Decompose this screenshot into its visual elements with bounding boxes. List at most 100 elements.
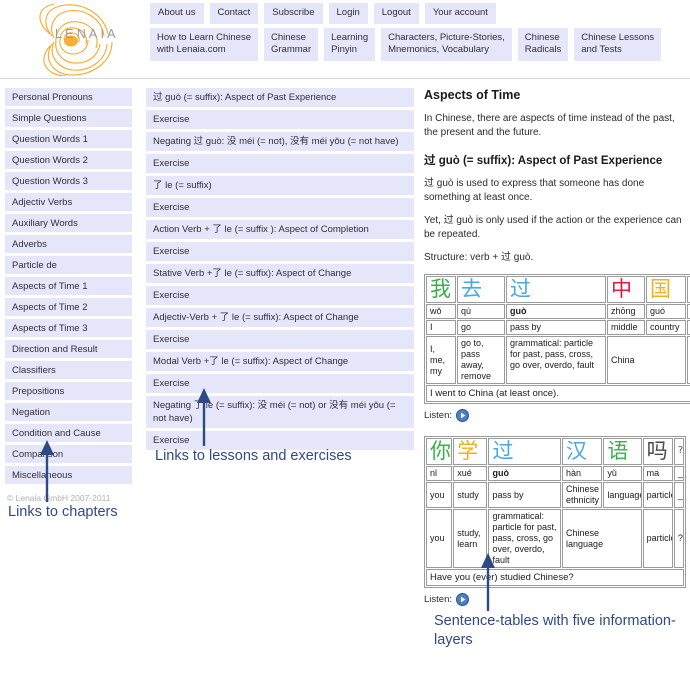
annotation-tables: Sentence-tables with five information-la… — [434, 613, 676, 648]
article-paragraph-2: Yet, 过 guò is only used if the action or… — [424, 215, 682, 240]
pinyin-cell: wǒ — [426, 304, 456, 319]
nav-chinese-radicals[interactable]: Chinese Radicals — [517, 28, 569, 61]
nav-subscribe[interactable]: Subscribe — [264, 3, 323, 24]
translation-cell: I went to China (at least once). — [426, 385, 690, 402]
pinyin-cell: xué — [453, 466, 488, 481]
sidebar-item-question-words-1[interactable]: Question Words 1 — [5, 130, 132, 148]
nav-your-account[interactable]: Your account — [424, 3, 496, 24]
sidebar-item-negation[interactable]: Negation — [5, 403, 132, 421]
hanzi-cell[interactable]: 我 — [426, 276, 456, 303]
hanzi-cell[interactable]: 过 — [488, 438, 562, 465]
sidebar-item-adverbs[interactable]: Adverbs — [5, 235, 132, 253]
site-logo[interactable]: LENAIA — [8, 2, 140, 76]
lesson-item-exercise-6[interactable]: Exercise — [146, 330, 414, 349]
pinyin-cell: qù — [457, 304, 505, 319]
sidebar-item-personal-pronouns[interactable]: Personal Pronouns — [5, 88, 132, 106]
meaning-cell: go — [457, 320, 505, 335]
header-divider — [0, 78, 690, 79]
table-row-hanzi: 你 学 过 汉 语 吗 ? — [426, 438, 684, 465]
sidebar-item-aspects-of-time-2[interactable]: Aspects of Time 2 — [5, 298, 132, 316]
sidebar-item-aspects-of-time-1[interactable]: Aspects of Time 1 — [5, 277, 132, 295]
meaning-cell: pass by — [506, 320, 606, 335]
lesson-item-le-suffix[interactable]: 了 le (= suffix) — [146, 176, 414, 195]
table-row-translation: I went to China (at least once). — [426, 385, 690, 402]
table-row-meaning: I go pass by middle country _ — [426, 320, 690, 335]
table-row-pinyin: wǒ qù guò zhōng guó _ — [426, 304, 690, 319]
section-title: 过 guò (= suffix): Aspect of Past Experie… — [424, 155, 663, 167]
pinyin-cell: guò — [488, 466, 562, 481]
lesson-item-exercise-5[interactable]: Exercise — [146, 286, 414, 305]
article-paragraph-1: 过 guò is used to express that someone ha… — [424, 178, 645, 203]
detail-cell: grammatical: particle for past, pass, cr… — [506, 336, 606, 384]
sidebar-item-adjectiv-verbs[interactable]: Adjectiv Verbs — [5, 193, 132, 211]
lesson-item-guo-past-experience[interactable]: 过 guò (= suffix): Aspect of Past Experie… — [146, 88, 414, 107]
detail-cell: China — [607, 336, 686, 384]
table-row-detail: I, me, my go to, pass away, remove gramm… — [426, 336, 690, 384]
lesson-item-action-verb-le[interactable]: Action Verb + 了 le (= suffix ): Aspect o… — [146, 220, 414, 239]
lesson-item-adjectiv-verb-le[interactable]: Adjectiv-Verb + 了 le (= suffix): Aspect … — [146, 308, 414, 327]
sidebar-item-particle-de[interactable]: Particle de — [5, 256, 132, 274]
hanzi-cell[interactable]: 去 — [457, 276, 505, 303]
lesson-item-exercise-4[interactable]: Exercise — [146, 242, 414, 261]
detail-cell: I, me, my — [426, 336, 456, 384]
nav-logout[interactable]: Logout — [373, 3, 419, 24]
hanzi-cell[interactable]: 中 — [607, 276, 645, 303]
copyright-text: © Lenaia GmbH 2007-2011 — [7, 493, 111, 503]
detail-cell: you — [426, 509, 453, 568]
sidebar-item-auxiliary-words[interactable]: Auxiliary Words — [5, 214, 132, 232]
hanzi-cell[interactable]: 汉 — [562, 438, 603, 465]
sentence-table-1: 我 去 过 中 国 。 wǒ qù guò zhōng guó _ I go p… — [424, 274, 690, 404]
detail-cell: ? — [673, 509, 684, 568]
lesson-item-stative-verb-le[interactable]: Stative Verb +了 le (= suffix): Aspect of… — [146, 264, 414, 283]
sidebar-item-comparison[interactable]: Comparison — [5, 445, 132, 463]
annotation-lessons: Links to lessons and exercises — [155, 448, 352, 464]
hanzi-cell[interactable]: 吗 — [642, 438, 673, 465]
page-root: LENAIA About us Contact Subscribe Login … — [0, 0, 690, 689]
sidebar-item-miscellaneous[interactable]: Miscellaneous — [5, 466, 132, 484]
nav-about-us[interactable]: About us — [150, 3, 204, 24]
sidebar-item-direction-and-result[interactable]: Direction and Result — [5, 340, 132, 358]
sidebar-item-condition-and-cause[interactable]: Condition and Cause — [5, 424, 132, 442]
meaning-cell: _ — [673, 482, 684, 508]
nav-how-to-learn-chinese[interactable]: How to Learn Chinese with Lenaia.com — [150, 28, 258, 61]
top-utility-nav: About us Contact Subscribe Login Logout … — [150, 3, 496, 24]
play-circle-icon[interactable] — [456, 409, 469, 422]
sidebar-item-classifiers[interactable]: Classifiers — [5, 361, 132, 379]
play-circle-icon[interactable] — [456, 593, 469, 606]
pinyin-cell: ma — [642, 466, 673, 481]
annotation-chapters: Links to chapters — [8, 504, 118, 520]
nav-learning-pinyin[interactable]: Learning Pinyin — [324, 28, 376, 61]
sidebar-item-aspects-of-time-3[interactable]: Aspects of Time 3 — [5, 319, 132, 337]
hanzi-cell[interactable]: 你 — [426, 438, 453, 465]
hanzi-cell[interactable]: 过 — [506, 276, 606, 303]
page-title: Aspects of Time — [424, 88, 521, 102]
pinyin-cell: nǐ — [426, 466, 453, 481]
sidebar-item-question-words-2[interactable]: Question Words 2 — [5, 151, 132, 169]
meaning-cell: particle — [642, 482, 673, 508]
nav-chinese-lessons-and-tests[interactable]: Chinese Lessons and Tests — [574, 28, 662, 61]
hanzi-cell[interactable]: 语 — [603, 438, 642, 465]
site-header: LENAIA About us Contact Subscribe Login … — [0, 0, 690, 79]
sidebar-item-prepositions[interactable]: Prepositions — [5, 382, 132, 400]
hanzi-cell[interactable]: 国 — [646, 276, 686, 303]
lesson-item-exercise-7[interactable]: Exercise — [146, 374, 414, 393]
hanzi-cell[interactable]: 学 — [453, 438, 488, 465]
nav-login[interactable]: Login — [328, 3, 368, 24]
lesson-item-exercise-3[interactable]: Exercise — [146, 198, 414, 217]
nav-characters-picture-stories[interactable]: Characters, Picture-Stories, Mnemonics, … — [381, 28, 512, 61]
lesson-item-exercise-1[interactable]: Exercise — [146, 110, 414, 129]
nav-chinese-grammar[interactable]: Chinese Grammar — [264, 28, 319, 61]
meaning-cell: I — [426, 320, 456, 335]
lesson-item-negating-guo[interactable]: Negating 过 guò: 没 méi (= not), 没有 méi yǒ… — [146, 132, 414, 151]
lesson-item-modal-verb-le[interactable]: Modal Verb +了 le (= suffix): Aspect of C… — [146, 352, 414, 371]
lesson-item-negating-le[interactable]: Negating 了 le (= suffix): 没 méi (= not) … — [146, 396, 414, 428]
meaning-cell: Chinese ethnicity — [562, 482, 603, 508]
sidebar-item-question-words-3[interactable]: Question Words 3 — [5, 172, 132, 190]
listen-label: Listen: — [424, 410, 452, 421]
meaning-cell: study — [453, 482, 488, 508]
lesson-item-exercise-2[interactable]: Exercise — [146, 154, 414, 173]
sidebar-item-simple-questions[interactable]: Simple Questions — [5, 109, 132, 127]
nav-contact[interactable]: Contact — [209, 3, 259, 24]
table-row-translation: Have you (ever) studied Chinese? — [426, 569, 684, 586]
meaning-cell: pass by — [488, 482, 562, 508]
